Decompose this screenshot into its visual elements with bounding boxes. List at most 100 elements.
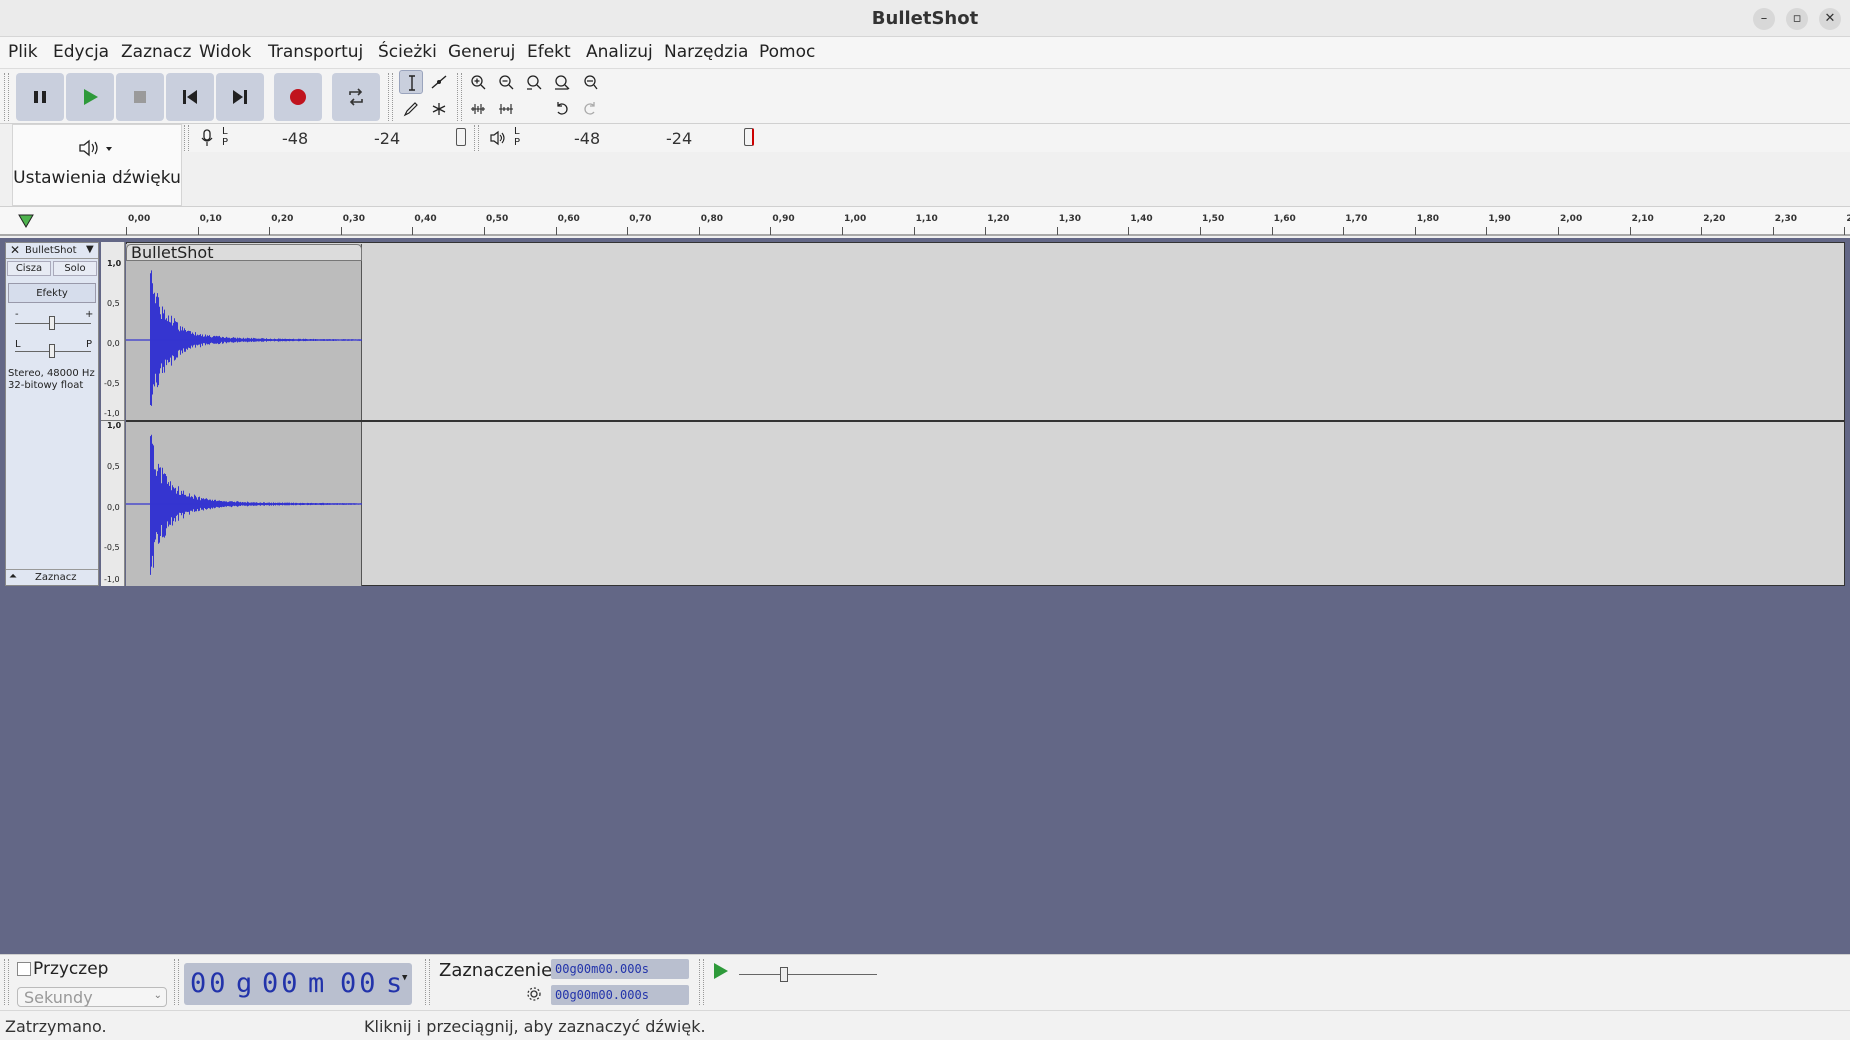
- asterisk-icon: [432, 103, 446, 115]
- gear-icon: [527, 987, 541, 1001]
- timeline-ruler[interactable]: 0,00 0,10 0,20 0,30 0,40 0,50 0,60 0,70 0,80 0,90…: [0, 206, 1850, 236]
- time-minutes-unit: m: [308, 968, 325, 999]
- ruler-tick: [555, 227, 557, 235]
- minimize-icon[interactable]: –: [1753, 8, 1775, 30]
- vertical-scale[interactable]: 1,0 0,5 0,0 -0,5 -1,0 1,0 0,5 0,0 -0,5 -…: [101, 242, 125, 586]
- track-control-panel[interactable]: ✕ BulletShot ▼ Cisza Solo Efekty - + L P…: [5, 242, 99, 586]
- toolbar-grip-3[interactable]: [457, 73, 462, 121]
- menu-select[interactable]: Zaznacz: [121, 42, 191, 62]
- skip-end-icon: [233, 90, 247, 104]
- record-button[interactable]: [274, 73, 322, 121]
- ruler-tick: [698, 227, 700, 235]
- record-meter[interactable]: -48 -24: [232, 127, 452, 149]
- i-beam-icon: [409, 75, 415, 91]
- menu-file[interactable]: Plik: [8, 42, 38, 62]
- draw-tool[interactable]: [399, 97, 423, 121]
- ruler-tick: [1701, 227, 1703, 235]
- snap-checkbox[interactable]: [17, 962, 31, 976]
- time-format-chevron-icon[interactable]: ▼: [402, 973, 407, 983]
- undo-button[interactable]: [550, 97, 574, 121]
- loop-button[interactable]: [332, 73, 380, 121]
- close-icon[interactable]: ✕: [1819, 8, 1841, 30]
- menu-effect[interactable]: Efekt: [527, 42, 571, 62]
- audio-setup-button[interactable]: Ustawienia dźwięku: [12, 124, 182, 206]
- clip-header[interactable]: BulletShot: [126, 243, 362, 262]
- waveform-background[interactable]: [126, 242, 1845, 586]
- time-seconds-unit: s: [386, 968, 403, 999]
- record-level-slider[interactable]: [456, 128, 466, 146]
- playback-level-slider[interactable]: [744, 128, 754, 146]
- redo-button[interactable]: [578, 97, 602, 121]
- scale-label: 0,0: [107, 503, 120, 512]
- selection-end-field[interactable]: 00g00m00.000s: [551, 985, 689, 1005]
- track-menu-chevron-icon[interactable]: ▼: [86, 244, 94, 255]
- selection-start-field[interactable]: 00g00m00.000s: [551, 959, 689, 979]
- zoom-out-button[interactable]: [494, 70, 518, 94]
- play-speed-slider-track[interactable]: [739, 974, 877, 975]
- menu-transport[interactable]: Transportuj: [268, 42, 363, 62]
- snap-grip[interactable]: [4, 959, 9, 1005]
- mute-button[interactable]: Cisza: [7, 261, 51, 276]
- effects-button[interactable]: Efekty: [8, 283, 96, 303]
- record-meter-tick: -24: [374, 129, 401, 148]
- menu-tracks[interactable]: Ścieżki: [378, 42, 437, 62]
- multi-tool[interactable]: [427, 97, 451, 121]
- snap-label: Przyczep: [33, 959, 109, 979]
- playspeed-grip[interactable]: [699, 959, 704, 1005]
- silence-button[interactable]: [494, 97, 518, 121]
- restore-icon[interactable]: ▫: [1786, 8, 1808, 30]
- play-speed-slider-thumb[interactable]: [780, 967, 788, 982]
- zoom-selection-icon: [527, 75, 542, 90]
- play-button[interactable]: [66, 73, 114, 121]
- zoom-in-button[interactable]: [466, 70, 490, 94]
- redo-icon: [584, 102, 595, 115]
- audio-clip[interactable]: [126, 244, 362, 586]
- ruler-tick-label: 1,70: [1345, 214, 1368, 224]
- gain-slider-thumb[interactable]: [49, 316, 55, 330]
- toolbar-grip[interactable]: [4, 73, 9, 121]
- menu-analyze[interactable]: Analizuj: [586, 42, 653, 62]
- ruler-tick-label: 1,80: [1416, 214, 1440, 224]
- status-state: Zatrzymano.: [5, 1017, 107, 1036]
- skip-end-button[interactable]: [216, 73, 264, 121]
- ruler-tick-label: 1,50: [1202, 214, 1225, 224]
- ruler-tick: [1558, 227, 1559, 235]
- collapse-track-icon[interactable]: ⏶: [9, 571, 17, 582]
- ruler-tick-label: 1,60: [1273, 214, 1296, 224]
- toolbar-grip-2[interactable]: [388, 73, 393, 121]
- envelope-tool[interactable]: [427, 70, 451, 94]
- fit-selection-button[interactable]: [522, 70, 546, 94]
- loop-icon: [349, 88, 363, 106]
- menu-tools[interactable]: Narzędzia: [664, 42, 748, 62]
- waveform: [126, 270, 362, 575]
- selection-grip[interactable]: [425, 959, 430, 1005]
- playback-meter[interactable]: -48 -24: [524, 127, 744, 149]
- playback-speaker-icon: [490, 130, 505, 146]
- time-grip[interactable]: [174, 959, 179, 1005]
- track-close-icon[interactable]: ✕: [10, 243, 20, 257]
- selection-tool[interactable]: [399, 70, 423, 94]
- meter-grip[interactable]: [184, 125, 189, 151]
- snap-unit-value: Sekundy: [24, 988, 93, 1007]
- play-meter-left-label: L: [514, 126, 520, 137]
- trim-button[interactable]: [466, 97, 490, 121]
- time-display[interactable]: 00 g 00 m 00 s ▼: [184, 963, 412, 1005]
- stop-button[interactable]: [116, 73, 164, 121]
- menu-edit[interactable]: Edycja: [53, 42, 109, 62]
- menu-view[interactable]: Widok: [199, 42, 251, 62]
- zoom-toggle-button[interactable]: [578, 70, 602, 94]
- skip-start-button[interactable]: [166, 73, 214, 121]
- ruler-tick-label: 0,10: [199, 214, 222, 224]
- stop-icon: [134, 91, 146, 103]
- meter-grip-2[interactable]: [474, 125, 479, 151]
- track-name[interactable]: BulletShot: [25, 245, 77, 256]
- undo-icon: [557, 102, 568, 115]
- menu-generate[interactable]: Generuj: [448, 42, 515, 62]
- snap-unit-select[interactable]: Sekundy ⌄: [17, 987, 167, 1007]
- fit-project-button[interactable]: [550, 70, 574, 94]
- pause-button[interactable]: [16, 73, 64, 121]
- track-select-button[interactable]: Zaznacz: [35, 572, 76, 583]
- menu-help[interactable]: Pomoc: [759, 42, 815, 62]
- solo-button[interactable]: Solo: [53, 261, 97, 276]
- pan-slider-thumb[interactable]: [49, 344, 55, 358]
